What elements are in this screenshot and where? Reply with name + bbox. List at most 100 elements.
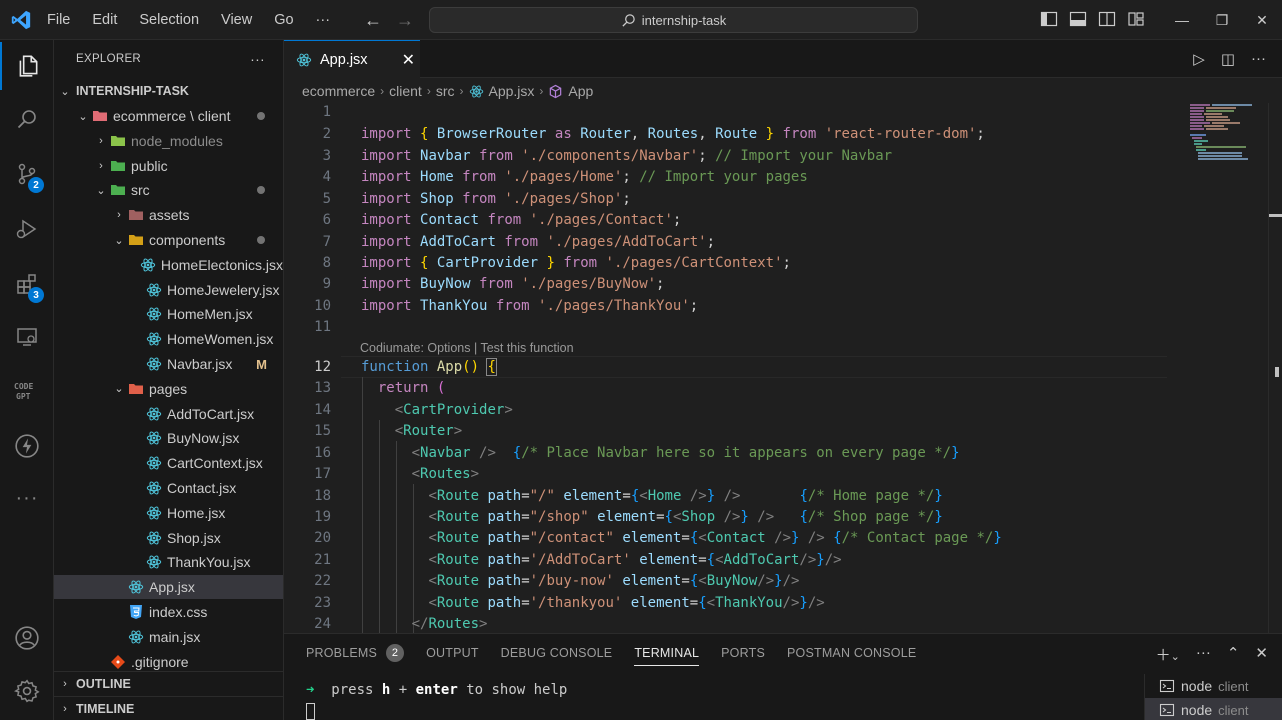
toggle-primary-sidebar-icon[interactable]: [1040, 10, 1058, 28]
breadcrumb-app-symbol[interactable]: App: [568, 83, 593, 99]
tree-item-label: src: [131, 182, 150, 199]
back-arrow-icon[interactable]: ←: [364, 10, 382, 30]
toggle-secondary-sidebar-icon[interactable]: [1098, 10, 1116, 28]
manage-activity[interactable]: [0, 667, 54, 715]
line-number: 1: [322, 104, 331, 120]
file-item[interactable]: BuyNow.jsx: [54, 426, 283, 450]
tab-problems[interactable]: PROBLEMS 2: [306, 634, 405, 672]
file-item[interactable]: Home.jsx: [54, 501, 283, 525]
file-item[interactable]: HomeElectonics.jsx: [54, 253, 283, 277]
file-item[interactable]: main.jsx: [54, 625, 283, 649]
folder-item[interactable]: › public: [54, 154, 283, 178]
code-editor[interactable]: 1 2 3 4 5 6 7 8 9 10 11 12 13 14 15 16 17 18 19 20 21 22 23 24 …: [284, 103, 1282, 633]
react-icon: [296, 53, 312, 66]
folder-item[interactable]: ⌄ src: [54, 178, 283, 202]
menu-go[interactable]: Go: [263, 12, 304, 28]
nav-arrows: ← →: [364, 10, 428, 31]
folder-item[interactable]: ⌄ pages: [54, 377, 283, 401]
chevron-down-icon: ⌄: [114, 234, 124, 247]
explorer-header: EXPLORER ···: [54, 40, 283, 78]
folder-item[interactable]: ⌄ ecommerce \ client: [54, 104, 283, 128]
menu-selection[interactable]: Selection: [128, 12, 210, 28]
tree-item-label: HomeWomen.jsx: [167, 331, 274, 348]
minimize-icon[interactable]: —: [1162, 0, 1202, 40]
file-item[interactable]: Shop.jsx: [54, 526, 283, 550]
tree-item-label: CartContext.jsx: [167, 455, 263, 472]
tab-terminal[interactable]: TERMINAL: [634, 634, 699, 672]
bottom-panel: PROBLEMS 2 OUTPUT DEBUG CONSOLE TERMINAL …: [284, 633, 1282, 720]
folder-item[interactable]: ⌄ components: [54, 228, 283, 252]
terminal-instance[interactable]: node client: [1145, 698, 1282, 720]
react-icon: [146, 282, 162, 298]
accounts-activity[interactable]: [0, 614, 54, 662]
minimap[interactable]: [1188, 103, 1268, 163]
file-item[interactable]: HomeWomen.jsx: [54, 327, 283, 351]
more-actions-icon[interactable]: ···: [1196, 644, 1211, 665]
command-center-search[interactable]: internship-task: [429, 7, 918, 33]
maximize-icon[interactable]: ❐: [1202, 0, 1242, 40]
file-item[interactable]: AddToCart.jsx: [54, 402, 283, 426]
folder-item[interactable]: › assets: [54, 203, 283, 227]
close-panel-icon[interactable]: ✕: [1255, 644, 1268, 665]
tree-item-label: ThankYou.jsx: [167, 554, 251, 571]
breadcrumb-src[interactable]: src: [436, 83, 455, 99]
tab-ports[interactable]: PORTS: [721, 634, 765, 672]
file-item[interactable]: index.css: [54, 600, 283, 624]
terminal-output[interactable]: ➜ press h + enter to show help: [306, 682, 567, 698]
line-number: 16: [314, 445, 331, 461]
explorer-more-icon[interactable]: ···: [250, 51, 265, 67]
terminal-instance[interactable]: node client: [1145, 674, 1282, 698]
file-item[interactable]: Navbar.jsx M: [54, 352, 283, 376]
outline-section[interactable]: › OUTLINE: [54, 671, 283, 695]
codegpt-activity[interactable]: CODE GPT: [0, 367, 54, 415]
forward-arrow-icon[interactable]: →: [396, 10, 414, 30]
thunder-client-activity[interactable]: [0, 422, 54, 470]
close-window-icon[interactable]: ✕: [1242, 0, 1282, 40]
close-tab-icon[interactable]: ✕: [402, 50, 415, 70]
timeline-section[interactable]: › TIMELINE: [54, 696, 283, 720]
lightning-icon: [15, 434, 39, 458]
explorer-activity[interactable]: [0, 42, 54, 90]
editor-scrollbar[interactable]: [1268, 103, 1282, 633]
menu-view[interactable]: View: [210, 12, 263, 28]
tab-postman-console[interactable]: POSTMAN CONSOLE: [787, 634, 916, 672]
breadcrumb-ecommerce[interactable]: ecommerce: [302, 83, 375, 99]
menu-more[interactable]: ···: [305, 12, 342, 28]
file-item[interactable]: HomeJewelery.jsx: [54, 278, 283, 302]
line-number: 20: [314, 530, 331, 546]
menu-file[interactable]: File: [36, 12, 81, 28]
menu-edit[interactable]: Edit: [81, 12, 128, 28]
customize-layout-icon[interactable]: [1127, 10, 1145, 28]
folder-item[interactable]: › node_modules: [54, 129, 283, 153]
breadcrumb-app-jsx[interactable]: App.jsx: [489, 83, 535, 99]
toggle-panel-icon[interactable]: [1069, 10, 1087, 28]
more-activity[interactable]: ···: [0, 474, 54, 522]
file-item[interactable]: App.jsx: [54, 575, 283, 600]
file-item[interactable]: HomeMen.jsx: [54, 302, 283, 326]
breadcrumb-client[interactable]: client: [389, 83, 422, 99]
explorer-title: EXPLORER: [76, 53, 142, 65]
line-number: 10: [314, 298, 331, 314]
maximize-panel-icon[interactable]: ⌃: [1227, 644, 1240, 665]
run-debug-activity[interactable]: [0, 205, 54, 253]
tab-debug-console[interactable]: DEBUG CONSOLE: [501, 634, 613, 672]
file-item[interactable]: ThankYou.jsx: [54, 550, 283, 574]
extensions-activity[interactable]: 3: [0, 260, 54, 308]
react-icon: [146, 505, 162, 521]
window-controls: — ❐ ✕: [1162, 0, 1282, 40]
more-actions-icon[interactable]: ···: [1251, 50, 1266, 68]
codelens[interactable]: Codiumate: Options | Test this function: [360, 341, 574, 355]
tree-item-label: AddToCart.jsx: [167, 405, 255, 422]
run-icon[interactable]: ▷: [1193, 50, 1205, 68]
split-editor-icon[interactable]: ◫: [1221, 50, 1235, 68]
tab-app-jsx[interactable]: App.jsx ✕: [284, 40, 420, 78]
tab-output[interactable]: OUTPUT: [426, 634, 479, 672]
new-terminal-icon[interactable]: ＋⌄: [1156, 644, 1180, 665]
file-item[interactable]: .gitignore: [54, 650, 283, 674]
source-control-activity[interactable]: 2: [0, 150, 54, 198]
file-item[interactable]: CartContext.jsx: [54, 451, 283, 475]
workspace-root[interactable]: ⌄ INTERNSHIP-TASK: [54, 79, 283, 103]
remote-explorer-activity[interactable]: [0, 313, 54, 361]
file-item[interactable]: Contact.jsx: [54, 476, 283, 500]
search-activity[interactable]: [0, 95, 54, 143]
